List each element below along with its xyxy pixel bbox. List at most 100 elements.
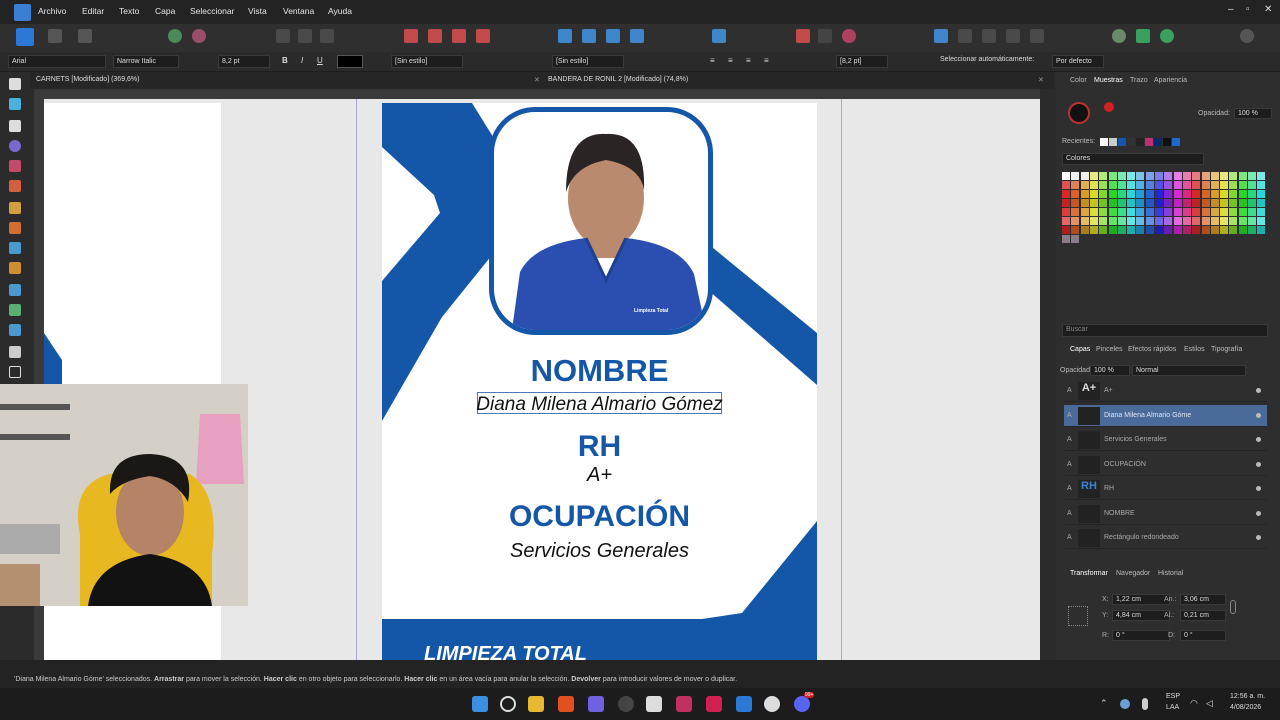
color-swatch[interactable] bbox=[1080, 190, 1089, 198]
color-swatch[interactable] bbox=[1071, 181, 1080, 189]
affinity-logo-icon[interactable] bbox=[14, 4, 31, 21]
tab-close-icon[interactable]: ✕ bbox=[1038, 76, 1044, 84]
x-field[interactable]: 1,22 cm bbox=[1112, 594, 1170, 605]
start-icon[interactable] bbox=[472, 696, 488, 712]
color-swatch[interactable] bbox=[1173, 172, 1182, 180]
recent-swatches[interactable] bbox=[1100, 138, 1210, 146]
color-swatch[interactable] bbox=[1080, 217, 1089, 225]
menu-ventana[interactable]: Ventana bbox=[283, 6, 314, 16]
rotate-left-icon[interactable] bbox=[606, 29, 620, 43]
fill-brush-tool-icon[interactable] bbox=[9, 242, 21, 254]
color-swatch[interactable] bbox=[1062, 235, 1070, 243]
color-swatch[interactable] bbox=[1117, 181, 1126, 189]
onedrive-icon[interactable] bbox=[1120, 699, 1130, 709]
color-swatch[interactable] bbox=[1155, 199, 1163, 207]
fill-tool-icon[interactable] bbox=[9, 160, 21, 172]
flip-vertical-icon[interactable] bbox=[582, 29, 596, 43]
color-swatch[interactable] bbox=[1210, 172, 1219, 180]
bold-button[interactable]: B bbox=[282, 56, 288, 65]
color-swatch[interactable] bbox=[1099, 217, 1108, 225]
color-swatch[interactable] bbox=[1238, 190, 1247, 198]
recent-swatch[interactable] bbox=[1118, 138, 1126, 146]
geometry-xor-icon[interactable] bbox=[1006, 29, 1020, 43]
color-swatch[interactable] bbox=[1220, 226, 1229, 234]
color-swatch[interactable] bbox=[1257, 190, 1266, 198]
color-swatch[interactable] bbox=[1099, 181, 1108, 189]
align-right-icon[interactable]: ≡ bbox=[746, 56, 751, 65]
arrange-backward-icon[interactable] bbox=[428, 29, 442, 43]
anchor-selector[interactable] bbox=[1068, 606, 1088, 626]
color-swatch[interactable] bbox=[1099, 190, 1108, 198]
color-swatch[interactable] bbox=[1210, 181, 1219, 189]
color-swatch[interactable] bbox=[1136, 226, 1145, 234]
color-swatch[interactable] bbox=[1145, 217, 1154, 225]
color-swatch[interactable] bbox=[1192, 226, 1201, 234]
id-card-artboard[interactable]: Limpieza Total NOMBRE Diana Milena Almar… bbox=[382, 103, 817, 660]
color-swatch[interactable] bbox=[1201, 208, 1210, 216]
color-swatch[interactable] bbox=[1164, 172, 1173, 180]
color-swatch[interactable] bbox=[1257, 208, 1266, 216]
volume-icon[interactable]: ◁ bbox=[1206, 698, 1213, 709]
color-swatch[interactable] bbox=[1136, 172, 1145, 180]
color-swatch[interactable] bbox=[1155, 190, 1163, 198]
arrange-front-icon[interactable] bbox=[476, 29, 490, 43]
arrange-back-icon[interactable] bbox=[404, 29, 418, 43]
align-icon[interactable] bbox=[712, 29, 726, 43]
layer-row[interactable]: A OCUPACIÓN bbox=[1064, 453, 1267, 476]
blend-mode-select[interactable]: Normal bbox=[1132, 365, 1246, 376]
color-swatch[interactable] bbox=[1229, 190, 1238, 198]
artboard-tool-icon[interactable] bbox=[9, 98, 21, 110]
settings-icon[interactable] bbox=[168, 29, 182, 43]
tab-brushes[interactable]: Pinceles bbox=[1096, 346, 1122, 353]
color-swatch[interactable] bbox=[1155, 181, 1163, 189]
font-size-field[interactable]: 8,2 pt bbox=[218, 55, 270, 68]
designer-persona-icon[interactable] bbox=[16, 28, 34, 46]
heading-rh[interactable]: RH bbox=[382, 430, 817, 464]
layer-row[interactable]: A A+ A+ bbox=[1064, 380, 1267, 402]
rotation-field[interactable]: 0 ° bbox=[1112, 630, 1170, 641]
color-swatch[interactable] bbox=[1173, 226, 1182, 234]
occupation-value[interactable]: Servicios Generales bbox=[382, 540, 817, 563]
snapping-icon[interactable] bbox=[1136, 29, 1150, 43]
recent-swatch[interactable] bbox=[1172, 138, 1180, 146]
color-picker-tool-icon[interactable] bbox=[9, 140, 21, 152]
tab-transform[interactable]: Transformar bbox=[1070, 570, 1108, 577]
grid-persona-icon[interactable] bbox=[48, 29, 62, 43]
color-swatch[interactable] bbox=[1071, 190, 1080, 198]
color-swatch[interactable] bbox=[1062, 208, 1070, 216]
visibility-toggle[interactable] bbox=[1256, 437, 1261, 442]
layers-opacity-field[interactable]: 100 % bbox=[1090, 365, 1130, 376]
color-swatch[interactable] bbox=[1071, 172, 1080, 180]
color-swatch[interactable] bbox=[1210, 199, 1219, 207]
color-swatch[interactable] bbox=[1089, 199, 1098, 207]
auto-select-label[interactable]: Seleccionar automáticamente: bbox=[940, 56, 1034, 63]
color-swatch[interactable] bbox=[1182, 217, 1191, 225]
color-swatch[interactable] bbox=[1127, 181, 1136, 189]
color-swatch[interactable] bbox=[1173, 181, 1182, 189]
color-swatch[interactable] bbox=[1238, 217, 1247, 225]
vector-brush-tool-icon[interactable] bbox=[9, 222, 21, 234]
layer-row[interactable]: A RH RH bbox=[1064, 478, 1267, 500]
color-swatch[interactable] bbox=[1238, 226, 1247, 234]
color-swatch[interactable] bbox=[1164, 217, 1173, 225]
fill-stroke-well[interactable] bbox=[1068, 102, 1090, 124]
color-swatch[interactable] bbox=[1117, 190, 1126, 198]
file-explorer-icon[interactable] bbox=[528, 696, 544, 712]
color-swatch[interactable] bbox=[1210, 226, 1219, 234]
font-family-select[interactable]: Arial bbox=[8, 55, 106, 68]
photo-app-icon[interactable] bbox=[676, 696, 692, 712]
color-swatch[interactable] bbox=[1080, 181, 1089, 189]
preview-icon[interactable] bbox=[1160, 29, 1174, 43]
rectangle-tool-icon[interactable] bbox=[9, 366, 21, 378]
color-swatch[interactable] bbox=[1173, 217, 1182, 225]
menu-vista[interactable]: Vista bbox=[248, 6, 267, 16]
color-swatch[interactable] bbox=[1099, 172, 1108, 180]
color-swatch[interactable] bbox=[1145, 172, 1154, 180]
pencil-tool-icon[interactable] bbox=[9, 202, 21, 214]
color-swatch[interactable] bbox=[1248, 181, 1256, 189]
color-swatch[interactable] bbox=[1108, 199, 1117, 207]
color-swatch[interactable] bbox=[1173, 208, 1182, 216]
color-swatch[interactable] bbox=[1127, 172, 1136, 180]
rh-value[interactable]: A+ bbox=[382, 464, 817, 487]
color-swatch[interactable] bbox=[1127, 199, 1136, 207]
